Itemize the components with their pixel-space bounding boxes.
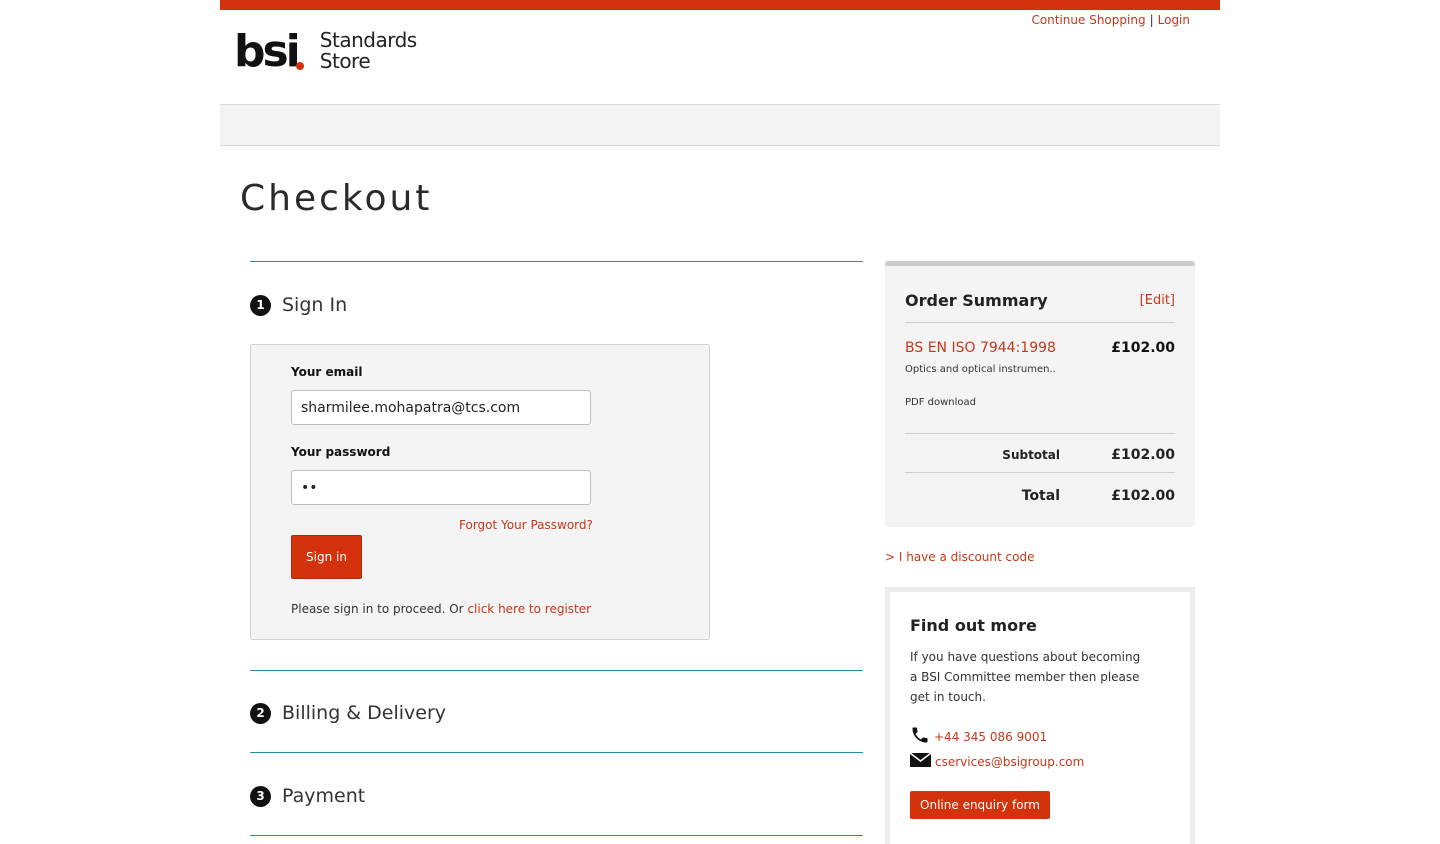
email-label: Your email	[291, 365, 363, 379]
logo-mark: bsi	[234, 30, 304, 74]
email-link[interactable]: cservices@bsigroup.com	[935, 755, 1084, 769]
order-item-description: Optics and optical instrumen...	[905, 364, 1055, 375]
order-item-format: PDF download	[905, 397, 977, 408]
email-field[interactable]	[291, 390, 591, 425]
navigation-band	[220, 104, 1220, 146]
bsi-logo[interactable]: bsi Standards Store	[234, 30, 417, 74]
logo-wordmark: bsi	[234, 26, 301, 77]
order-item-price: £102.00	[1111, 340, 1175, 356]
discount-code-link[interactable]: > I have a discount code	[885, 550, 1034, 564]
total-label: Total	[1021, 488, 1060, 504]
store-name: Standards Store	[320, 30, 417, 72]
sign-in-button[interactable]: Sign in	[291, 535, 362, 579]
step-billing-delivery[interactable]: 2 Billing & Delivery	[250, 702, 446, 724]
section-divider	[250, 752, 863, 753]
phone-link[interactable]: +44 345 086 9001	[934, 730, 1047, 744]
store-name-line1: Standards	[319, 28, 417, 52]
step-number: 1	[250, 294, 271, 316]
phone-row: +44 345 086 9001	[910, 725, 1047, 748]
site-header: bsi Standards Store Continue Shopping | Lo…	[220, 10, 1220, 104]
phone-icon	[910, 725, 930, 748]
find-out-more-text: If you have questions about becoming a B…	[910, 650, 1141, 704]
step-number: 3	[250, 785, 271, 807]
step-sign-in[interactable]: 1 Sign In	[250, 294, 347, 316]
section-divider	[250, 835, 863, 836]
top-accent-bar	[220, 0, 1220, 10]
total-value: £102.00	[1111, 488, 1175, 504]
summary-divider	[905, 322, 1175, 323]
subtotal-value: £102.00	[1111, 447, 1175, 463]
step-payment[interactable]: 3 Payment	[250, 785, 365, 807]
order-item-name[interactable]: BS EN ISO 7944:1998	[905, 340, 1056, 356]
envelope-icon	[909, 752, 932, 770]
logo-dot	[295, 62, 304, 70]
online-enquiry-button[interactable]: Online enquiry form	[910, 791, 1050, 819]
order-summary-panel: Order Summary [Edit] BS EN ISO 7944:1998…	[885, 261, 1195, 527]
continue-shopping-link[interactable]: Continue Shopping	[1031, 13, 1145, 27]
step-number: 2	[250, 702, 271, 724]
find-out-more-title: Find out more	[910, 616, 1037, 635]
find-out-more-panel: Find out more If you have questions abou…	[885, 587, 1195, 844]
register-prompt: Please sign in to proceed. Or click here…	[291, 602, 591, 616]
step-label: Payment	[282, 785, 366, 807]
step-label: Sign In	[282, 294, 348, 316]
sign-in-form: Your email Your password Forgot Your Pas…	[250, 344, 710, 640]
summary-divider	[905, 472, 1175, 473]
section-divider	[250, 670, 863, 671]
register-text: Please sign in to proceed. Or	[291, 602, 468, 616]
top-links: Continue Shopping | Login	[1031, 13, 1190, 27]
password-label: Your password	[291, 445, 391, 459]
order-summary-title: Order Summary	[905, 291, 1048, 310]
top-links-separator: |	[1149, 13, 1154, 27]
section-divider	[250, 261, 863, 262]
forgot-password-link[interactable]: Forgot Your Password?	[459, 518, 593, 532]
email-row: cservices@bsigroup.com	[909, 752, 1084, 770]
step-label: Billing & Delivery	[282, 702, 447, 724]
store-name-line2: Store	[319, 49, 371, 73]
login-link[interactable]: Login	[1158, 13, 1190, 27]
page-title: Checkout	[240, 178, 433, 219]
subtotal-label: Subtotal	[1002, 448, 1060, 462]
edit-order-link[interactable]: [Edit]	[1140, 293, 1175, 308]
password-field[interactable]	[291, 470, 591, 505]
summary-divider	[905, 433, 1175, 434]
register-link[interactable]: click here to register	[467, 602, 591, 616]
